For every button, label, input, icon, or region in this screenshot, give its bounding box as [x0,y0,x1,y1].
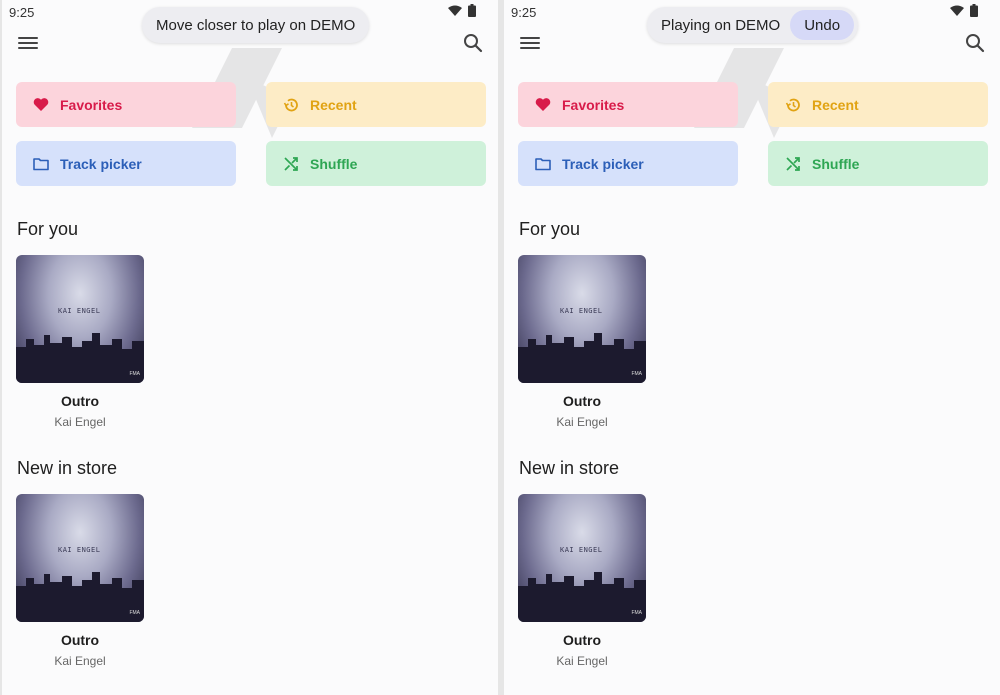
album-cover: KAI ENGEL FMA [518,494,646,622]
menu-icon[interactable] [18,34,38,50]
undo-button[interactable]: Undo [790,10,855,40]
cover-text: KAI ENGEL [560,546,603,554]
menu-icon[interactable] [520,34,540,50]
heart-icon [32,96,50,114]
history-icon [784,96,802,114]
toast-message: Playing on DEMO [661,16,781,34]
favorites-chip[interactable]: Favorites [16,82,236,127]
cover-logo: FMA [631,610,642,616]
album-artist: Kai Engel [54,415,106,429]
section-title-new-in-store: New in store [519,458,620,478]
status-icons [950,4,978,17]
album-title: Outro [562,632,602,648]
cover-text: KAI ENGEL [58,546,101,554]
shuffle-icon [784,155,802,173]
track-picker-chip[interactable]: Track picker [16,141,236,186]
search-icon[interactable] [462,32,484,54]
favorites-chip[interactable]: Favorites [518,82,738,127]
album-card[interactable]: KAI ENGEL FMA Outro Kai Engel [16,494,144,668]
cover-logo: FMA [129,371,140,377]
shuffle-label: Shuffle [310,155,358,172]
album-artist: Kai Engel [556,415,608,429]
cover-text: KAI ENGEL [58,307,101,315]
album-card[interactable]: KAI ENGEL FMA Outro Kai Engel [518,494,646,668]
favorites-label: Favorites [60,96,123,113]
track-picker-chip[interactable]: Track picker [518,141,738,186]
heart-icon [534,96,552,114]
album-artist: Kai Engel [54,654,106,668]
cover-text: KAI ENGEL [560,307,603,315]
album-cover: KAI ENGEL FMA [16,494,144,622]
section-title-new-in-store: New in store [17,458,118,478]
wifi-icon [448,5,462,17]
album-card[interactable]: KAI ENGEL FMA Outro Kai Engel [518,255,646,429]
cover-logo: FMA [129,610,140,616]
section-title-for-you: For you [17,219,79,239]
recent-label: Recent [310,96,357,113]
folder-icon [534,155,552,173]
wifi-icon [950,5,964,17]
screen-left: 9:25 Move closer to play on DEMO Favorit… [2,0,498,695]
recent-chip[interactable]: Recent [768,82,988,127]
track-picker-label: Track picker [60,155,142,172]
track-picker-label: Track picker [562,155,644,172]
favorites-label: Favorites [562,96,625,113]
album-cover: KAI ENGEL FMA [16,255,144,383]
history-icon [282,96,300,114]
cast-toast: Move closer to play on DEMO [142,7,370,43]
section-title-for-you: For you [519,219,581,239]
shuffle-icon [282,155,300,173]
screen-right: 9:25 Playing on DEMO Undo Favorites Rece… [504,0,1000,695]
shuffle-chip[interactable]: Shuffle [266,141,486,186]
search-icon[interactable] [964,32,986,54]
battery-icon [970,4,978,17]
status-time: 9:25 [511,5,537,20]
folder-icon [32,155,50,173]
album-card[interactable]: KAI ENGEL FMA Outro Kai Engel [16,255,144,429]
cover-logo: FMA [631,371,642,377]
shuffle-chip[interactable]: Shuffle [768,141,988,186]
cast-toast: Playing on DEMO Undo [647,7,859,43]
status-time: 9:25 [9,5,35,20]
toast-message: Move closer to play on DEMO [156,16,356,34]
shuffle-label: Shuffle [812,155,860,172]
recent-chip[interactable]: Recent [266,82,486,127]
recent-label: Recent [812,96,859,113]
album-title: Outro [60,632,100,648]
album-title: Outro [562,393,602,409]
status-icons [448,4,476,17]
album-title: Outro [60,393,100,409]
battery-icon [468,4,476,17]
album-artist: Kai Engel [556,654,608,668]
album-cover: KAI ENGEL FMA [518,255,646,383]
